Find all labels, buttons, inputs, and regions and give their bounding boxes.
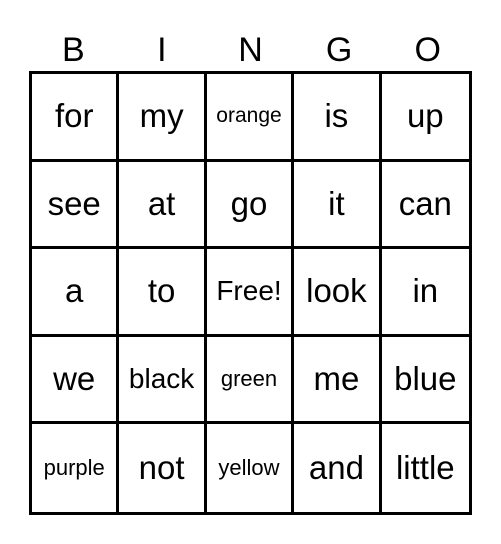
bingo-card: for my orange is up see at go it can a t…	[29, 71, 472, 515]
bingo-cell[interactable]: black	[119, 336, 207, 425]
header-letter-n: N	[238, 31, 263, 69]
bingo-cell[interactable]: see	[32, 161, 120, 250]
bingo-cell[interactable]: go	[206, 161, 295, 250]
bingo-cell[interactable]: for	[32, 74, 120, 162]
bingo-cell[interactable]: not	[119, 424, 207, 512]
bingo-cell[interactable]: purple	[32, 424, 120, 512]
bingo-cell[interactable]: can	[381, 162, 469, 250]
bingo-cell[interactable]: up	[381, 74, 469, 162]
header-letter-g: G	[325, 31, 353, 69]
bingo-cell[interactable]: my	[119, 74, 207, 162]
bingo-cell[interactable]: we	[32, 336, 120, 425]
bingo-cell[interactable]: look	[294, 249, 382, 337]
bingo-header: B I N G O	[29, 28, 472, 72]
header-letter-o: O	[414, 31, 441, 69]
free-space-cell[interactable]: Free!	[206, 249, 295, 337]
bingo-cell[interactable]: it	[294, 161, 382, 250]
bingo-cell[interactable]: a	[32, 249, 120, 337]
bingo-cell[interactable]: blue	[381, 337, 469, 425]
bingo-cell[interactable]: yellow	[207, 424, 295, 512]
bingo-cell[interactable]: orange	[206, 74, 295, 162]
bingo-cell[interactable]: green	[206, 336, 295, 425]
bingo-cell[interactable]: little	[382, 424, 469, 512]
bingo-cell[interactable]: in	[381, 249, 469, 337]
bingo-cell[interactable]: and	[294, 424, 382, 512]
header-letter-i: I	[157, 31, 167, 69]
bingo-cell[interactable]: is	[294, 74, 382, 162]
bingo-cell[interactable]: at	[119, 161, 207, 250]
bingo-cell[interactable]: me	[294, 336, 382, 425]
bingo-cell[interactable]: to	[119, 249, 207, 337]
header-letter-b: B	[61, 31, 85, 69]
